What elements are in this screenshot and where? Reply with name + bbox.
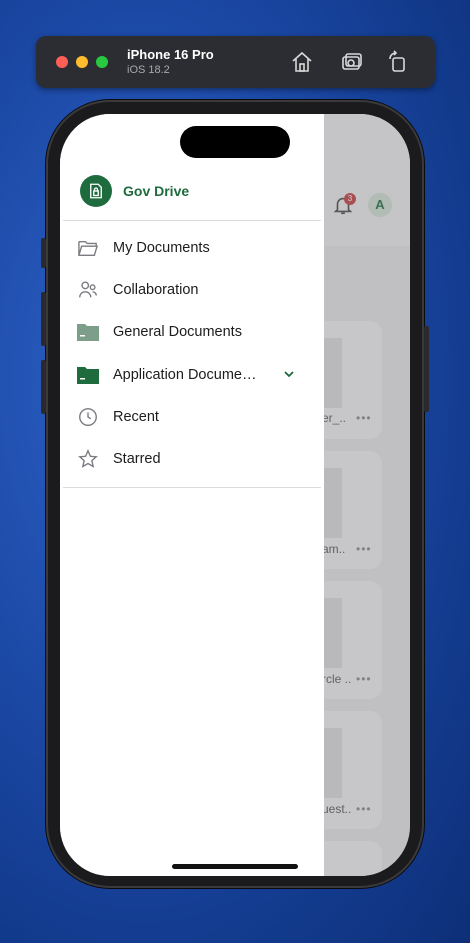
clock-icon [76,405,100,429]
folder-filled-icon [76,320,100,344]
drawer-item-collaboration[interactable]: Collaboration [76,272,308,308]
action-button [41,238,46,268]
chevron-down-icon[interactable] [282,367,296,381]
power-button [424,326,429,412]
drawer-item-label: Application Docume… [113,367,257,383]
os-version: iOS 18.2 [127,64,170,76]
simulator-toolbar: iPhone 16 Pro iOS 18.2 [36,36,435,88]
device-name: iPhone 16 Pro [127,47,214,62]
drawer-item-application-documents[interactable]: Application Docume… [76,357,308,393]
folder-filled-icon [76,363,100,387]
brand[interactable]: Gov Drive [80,175,189,207]
drawer-item-my-documents[interactable]: My Documents [76,230,308,266]
drawer-item-label: Collaboration [113,282,199,298]
divider [63,220,321,221]
drawer-item-general-documents[interactable]: General Documents [76,314,308,350]
home-indicator[interactable] [172,864,298,869]
navigation-drawer: Gov Drive My Documents Collaboration Gen… [60,114,324,876]
star-icon [76,447,100,471]
gov-drive-logo-icon [80,175,112,207]
dynamic-island [180,126,290,158]
screenshot-icon[interactable] [340,50,364,74]
drawer-item-label: My Documents [113,240,210,256]
drawer-item-label: General Documents [113,324,242,340]
zoom-window-button[interactable] [96,56,108,68]
close-window-button[interactable] [56,56,68,68]
drawer-item-label: Recent [113,409,159,425]
minimize-window-button[interactable] [76,56,88,68]
drawer-item-recent[interactable]: Recent [76,399,308,435]
volume-down-button [41,360,46,414]
rotate-icon[interactable] [386,50,410,74]
brand-name: Gov Drive [123,183,190,199]
drawer-item-starred[interactable]: Starred [76,441,308,477]
phone-screen: 3 A er_.. ••• am.. ••• rcle .. ••• uest.… [60,114,410,876]
drawer-item-label: Starred [113,451,161,467]
home-icon[interactable] [290,50,314,74]
people-icon [76,278,100,302]
folder-outline-icon [76,236,100,260]
volume-up-button [41,292,46,346]
divider [63,487,321,488]
